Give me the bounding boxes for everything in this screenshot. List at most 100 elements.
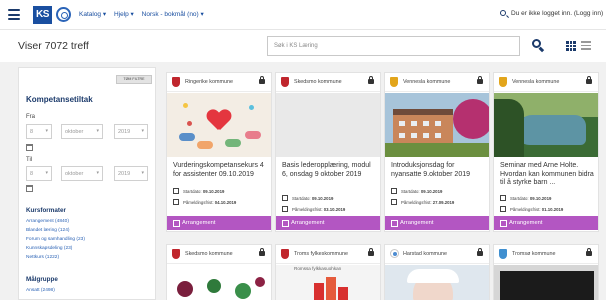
to-day-select[interactable]: 8 (26, 166, 52, 181)
search-input[interactable]: Søk i KS Læring (267, 36, 520, 56)
start-value: 09.10.2019 (420, 189, 443, 194)
lock-icon (477, 248, 483, 256)
card-org-name: Tromsø kommune (512, 251, 556, 257)
deadline-value: 01.10.2019 (541, 207, 564, 212)
start-value: 09.10.2019 (202, 189, 225, 194)
calendar-icon[interactable] (26, 144, 33, 151)
course-formats-title: Kursformater (26, 207, 66, 214)
card-deadline: Påmeldingsfrist: 27.09.2019 (391, 199, 454, 205)
card-deadline: Påmeldingsfrist: 04.10.2019 (173, 199, 236, 205)
card-org-name: Harstad kommune (403, 251, 448, 257)
card-header: Ringerike kommune (167, 73, 271, 92)
nav-hjelp[interactable]: Hjelp ▾ (114, 11, 134, 18)
page-title: Viser 7072 treff (18, 40, 89, 52)
lock-icon (586, 248, 592, 256)
card-title[interactable]: Seminar med Arne Holte. Hvordan kan komm… (500, 162, 595, 188)
grid-view-icon[interactable] (566, 41, 576, 51)
card-title[interactable]: Vurderingskompetansekurs 4 for assistent… (173, 162, 268, 179)
from-year-select[interactable]: 2019 (114, 124, 148, 139)
card-title[interactable]: Basis lederopplæring, modul 6, onsdag 9 … (282, 162, 377, 179)
to-label: Til (26, 157, 33, 163)
to-year-select[interactable]: 2019 (114, 166, 148, 181)
course-card[interactable]: Vennesla kommune Seminar med Arne Holte.… (493, 72, 599, 232)
start-value: 09.10.2019 (529, 196, 552, 201)
filter-option[interactable]: Ansatt (2498) (26, 288, 55, 293)
card-image (167, 265, 271, 300)
deadline-value: 27.09.2019 (432, 200, 455, 205)
card-org-name: Vennesla kommune (512, 79, 560, 85)
filter-option[interactable]: Nettkurs (1222) (26, 255, 59, 260)
start-value: 09.10.2019 (311, 196, 334, 201)
deadline-label: Påmeldingsfrist: (183, 200, 214, 205)
card-start-date: Startdato: 09.10.2019 (500, 195, 551, 201)
card-type-badge: Arrangement (276, 216, 380, 230)
user-area: Du er ikke logget inn. (Logg inn) (500, 10, 603, 17)
card-type-badge: Arrangement (167, 216, 271, 230)
card-start-date: Startdato: 09.10.2019 (173, 188, 224, 194)
list-view-icon[interactable] (581, 41, 591, 50)
start-label: Startdato: (510, 196, 529, 201)
card-image (494, 265, 598, 300)
nav-katalog[interactable]: Katalog ▾ (79, 11, 106, 18)
card-start-date: Startdato: 09.10.2019 (282, 195, 333, 201)
card-start-date: Startdato: 09.10.2019 (391, 188, 442, 194)
clear-filters-button[interactable]: TØM FILTRE (116, 75, 152, 84)
filter-option[interactable]: Forum og samhandling (23) (26, 237, 85, 242)
filter-title: Kompetansetiltak (26, 95, 93, 104)
course-card[interactable]: Ringerike kommune Vurderingskompetanseku… (166, 72, 272, 232)
start-label: Startdato: (401, 189, 420, 194)
lock-icon (477, 76, 483, 84)
coat-of-arms-icon (281, 249, 289, 259)
start-label: Startdato: (292, 196, 311, 201)
coat-of-arms-icon (281, 77, 289, 87)
course-card[interactable]: Skedsmo kommune Basis lederopplæring, mo… (275, 72, 381, 232)
card-org-subtitle: Romssa fylkkasuohkan (294, 266, 342, 271)
card-type-badge: Arrangement (385, 216, 489, 230)
calendar-icon[interactable] (26, 185, 33, 192)
course-card[interactable]: Vennesla kommune Introduksjonsdag for ny… (384, 72, 490, 232)
search-icon[interactable] (500, 10, 506, 16)
course-card[interactable]: Skedsmo kommune (166, 244, 272, 300)
search-button-icon[interactable] (531, 38, 545, 52)
card-image (276, 93, 380, 157)
card-org-name: Skedsmo kommune (185, 251, 233, 257)
coat-of-arms-icon (390, 249, 399, 258)
login-link[interactable]: Du er ikke logget inn. (Logg inn) (511, 10, 603, 17)
card-title[interactable]: Introduksjonsdag for nyansatte 9.oktober… (391, 162, 486, 179)
deadline-value: 04.10.2019 (214, 200, 237, 205)
card-image (385, 93, 489, 157)
from-day-select[interactable]: 8 (26, 124, 52, 139)
filter-option[interactable]: Kunnskapsdeling (23) (26, 246, 72, 251)
card-org-name: Skedsmo kommune (294, 79, 342, 85)
nav-language[interactable]: Norsk - bokmål (no) ▾ (142, 11, 204, 18)
top-navbar: KS Katalog ▾ Hjelp ▾ Norsk - bokmål (no)… (0, 0, 606, 30)
filter-option[interactable]: Arrangement (4840) (26, 219, 69, 224)
deadline-label: Påmeldingsfrist: (292, 207, 323, 212)
filter-panel: TØM FILTRE Kompetansetiltak Fra 8 oktobe… (18, 67, 156, 300)
card-image (385, 265, 489, 300)
deadline-label: Påmeldingsfrist: (510, 207, 541, 212)
from-month-select[interactable]: oktober (61, 124, 103, 139)
lock-icon (586, 76, 592, 84)
coat-of-arms-icon (172, 249, 180, 259)
course-card[interactable]: Tromsø kommune (493, 244, 599, 300)
card-header: Skedsmo kommune (167, 245, 271, 264)
card-image: Romssa fylkkasuohkan (276, 265, 380, 300)
card-deadline: Påmeldingsfrist: 01.10.2019 (500, 206, 563, 212)
card-org-name: Troms fylkeskommune (294, 251, 349, 257)
ks-logo[interactable]: KS (33, 6, 52, 24)
start-label: Startdato: (183, 189, 202, 194)
card-header: Troms fylkeskommune (276, 245, 380, 264)
to-month-select[interactable]: oktober (61, 166, 103, 181)
seal-logo-icon (56, 7, 71, 22)
course-card[interactable]: Harstad kommune (384, 244, 490, 300)
filter-option[interactable]: Blandet læring (124) (26, 228, 69, 233)
course-card[interactable]: Troms fylkeskommune Romssa fylkkasuohkan (275, 244, 381, 300)
card-header: Tromsø kommune (494, 245, 598, 264)
menu-icon[interactable] (8, 9, 20, 20)
deadline-value: 03.10.2019 (323, 207, 346, 212)
card-org-name: Ringerike kommune (185, 79, 233, 85)
target-group-title: Målgruppe (26, 276, 58, 283)
card-image (494, 93, 598, 157)
coat-of-arms-icon (499, 249, 507, 259)
